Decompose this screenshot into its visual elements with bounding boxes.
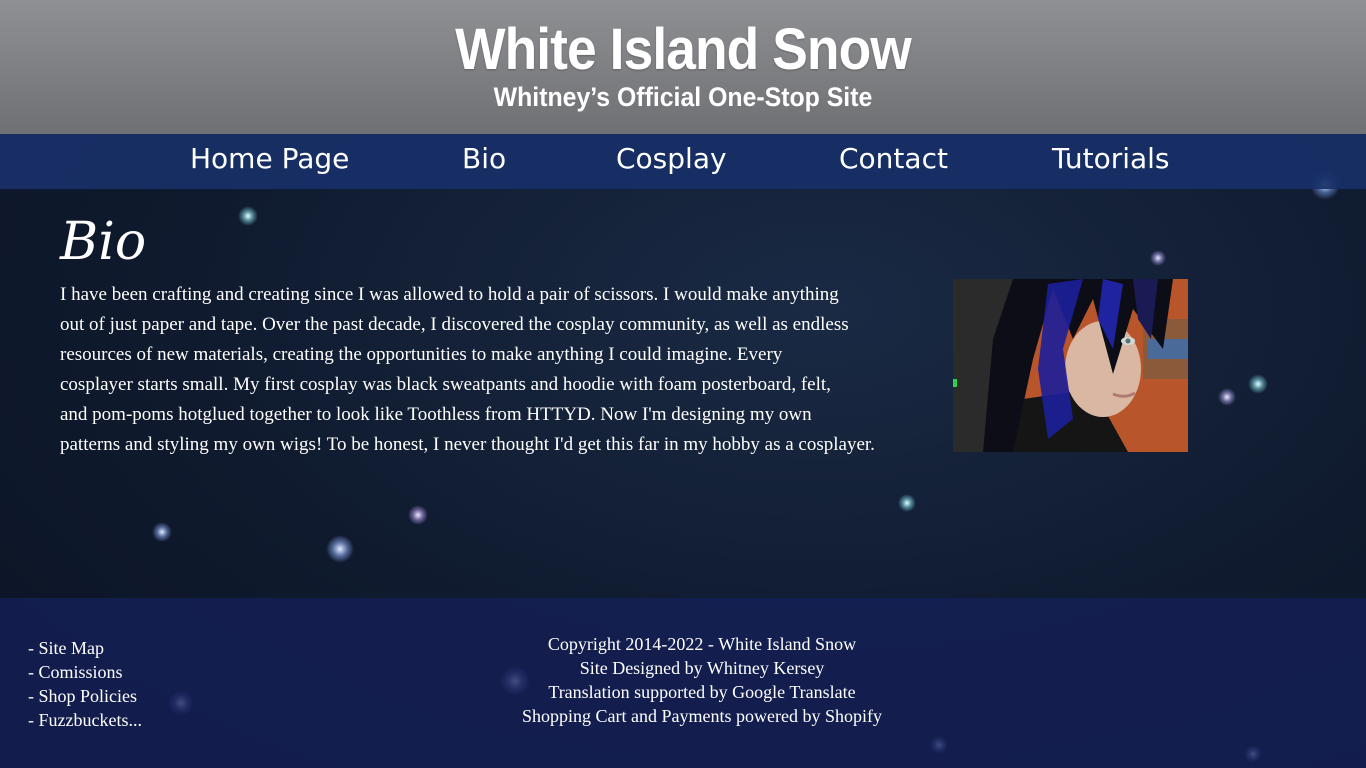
footer-link-site-map[interactable]: - Site Map	[28, 636, 142, 660]
nav-cosplay[interactable]: Cosplay	[616, 142, 727, 175]
nav-home-page[interactable]: Home Page	[190, 142, 349, 175]
shopify-credit: Shopping Cart and Payments powered by Sh…	[522, 706, 882, 726]
bio-line: I have been crafting and creating since …	[60, 284, 839, 305]
page-title: Bio	[60, 212, 147, 272]
footer-link-shop-policies[interactable]: - Shop Policies	[28, 684, 142, 708]
footer-link-comissions[interactable]: - Comissions	[28, 660, 142, 684]
footer-credits: Copyright 2014-2022 - White Island Snow …	[452, 632, 952, 728]
profile-photo	[953, 279, 1188, 452]
site-subtitle: Whitney’s Official One-Stop Site	[493, 82, 873, 112]
nav-contact[interactable]: Contact	[839, 142, 948, 175]
copyright-text: Copyright 2014-2022 - White Island Snow	[547, 634, 857, 654]
footer-links: - Site Map - Comissions - Shop Policies …	[28, 636, 142, 732]
site-footer: - Site Map - Comissions - Shop Policies …	[0, 598, 1366, 768]
designer-credit: Site Designed by Whitney Kersey	[579, 658, 825, 678]
bio-line: cosplayer starts small. My first cosplay…	[60, 374, 831, 395]
site-title: White Island Snow	[455, 17, 912, 82]
bio-line: patterns and styling my own wigs! To be …	[60, 434, 875, 455]
site-header: White Island Snow Whitney’s Official One…	[0, 0, 1366, 134]
main-nav: Home Page Bio Cosplay Contact Tutorials	[0, 134, 1366, 189]
footer-link-fuzzbuckets[interactable]: - Fuzzbuckets...	[28, 708, 142, 732]
nav-bio[interactable]: Bio	[462, 142, 506, 175]
bio-line: resources of new materials, creating the…	[60, 344, 783, 365]
nav-tutorials[interactable]: Tutorials	[1052, 142, 1170, 175]
translation-credit: Translation supported by Google Translat…	[548, 682, 856, 702]
bio-paragraph: I have been crafting and creating since …	[60, 280, 930, 460]
bio-line: out of just paper and tape. Over the pas…	[60, 314, 849, 335]
bio-line: and pom-poms hotglued together to look l…	[60, 404, 812, 425]
